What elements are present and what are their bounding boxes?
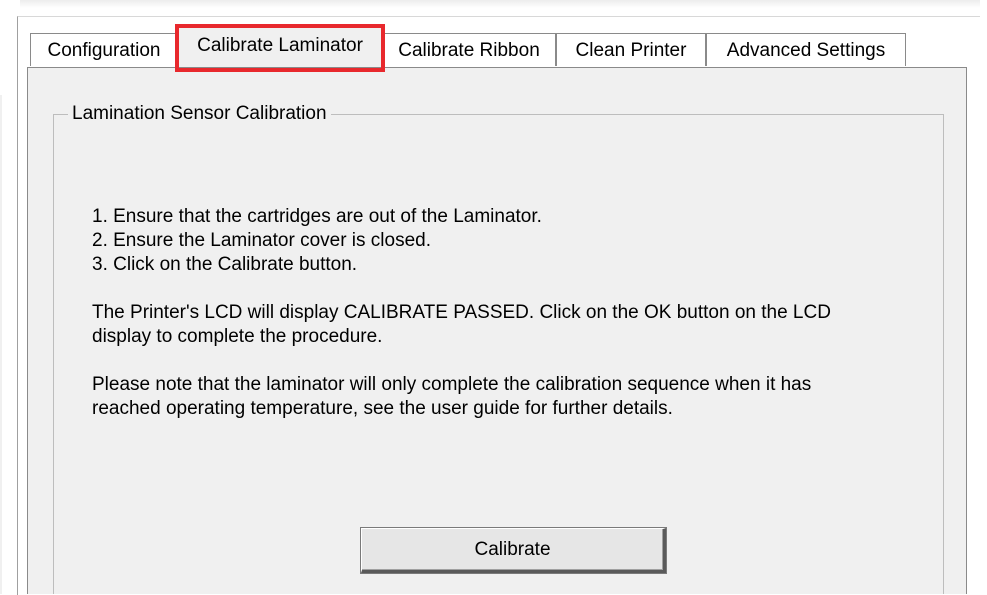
- window-top-edge: [20, 0, 980, 8]
- step-1: 1. Ensure that the cartridges are out of…: [92, 206, 542, 227]
- tab-clean-printer[interactable]: Clean Printer: [556, 33, 706, 66]
- active-tab-highlight-box: [175, 24, 385, 72]
- temperature-note-line-2: reached operating temperature, see the u…: [92, 398, 673, 419]
- lcd-note-line-2: display to complete the procedure.: [92, 326, 383, 347]
- step-2: 2. Ensure the Laminator cover is closed.: [92, 230, 432, 251]
- tab-configuration[interactable]: Configuration: [30, 33, 178, 66]
- tab-calibrate-ribbon[interactable]: Calibrate Ribbon: [382, 33, 556, 66]
- instructions-text: 1. Ensure that the cartridges are out of…: [92, 205, 942, 421]
- window-left-edge: [0, 95, 2, 594]
- lcd-note-line-1: The Printer's LCD will display CALIBRATE…: [92, 302, 831, 323]
- step-3: 3. Click on the Calibrate button.: [92, 254, 358, 275]
- calibrate-button[interactable]: Calibrate: [361, 528, 666, 573]
- temperature-note-line-1: Please note that the laminator will only…: [92, 374, 812, 395]
- tab-advanced-settings[interactable]: Advanced Settings: [706, 33, 906, 66]
- groupbox-title: Lamination Sensor Calibration: [68, 100, 331, 128]
